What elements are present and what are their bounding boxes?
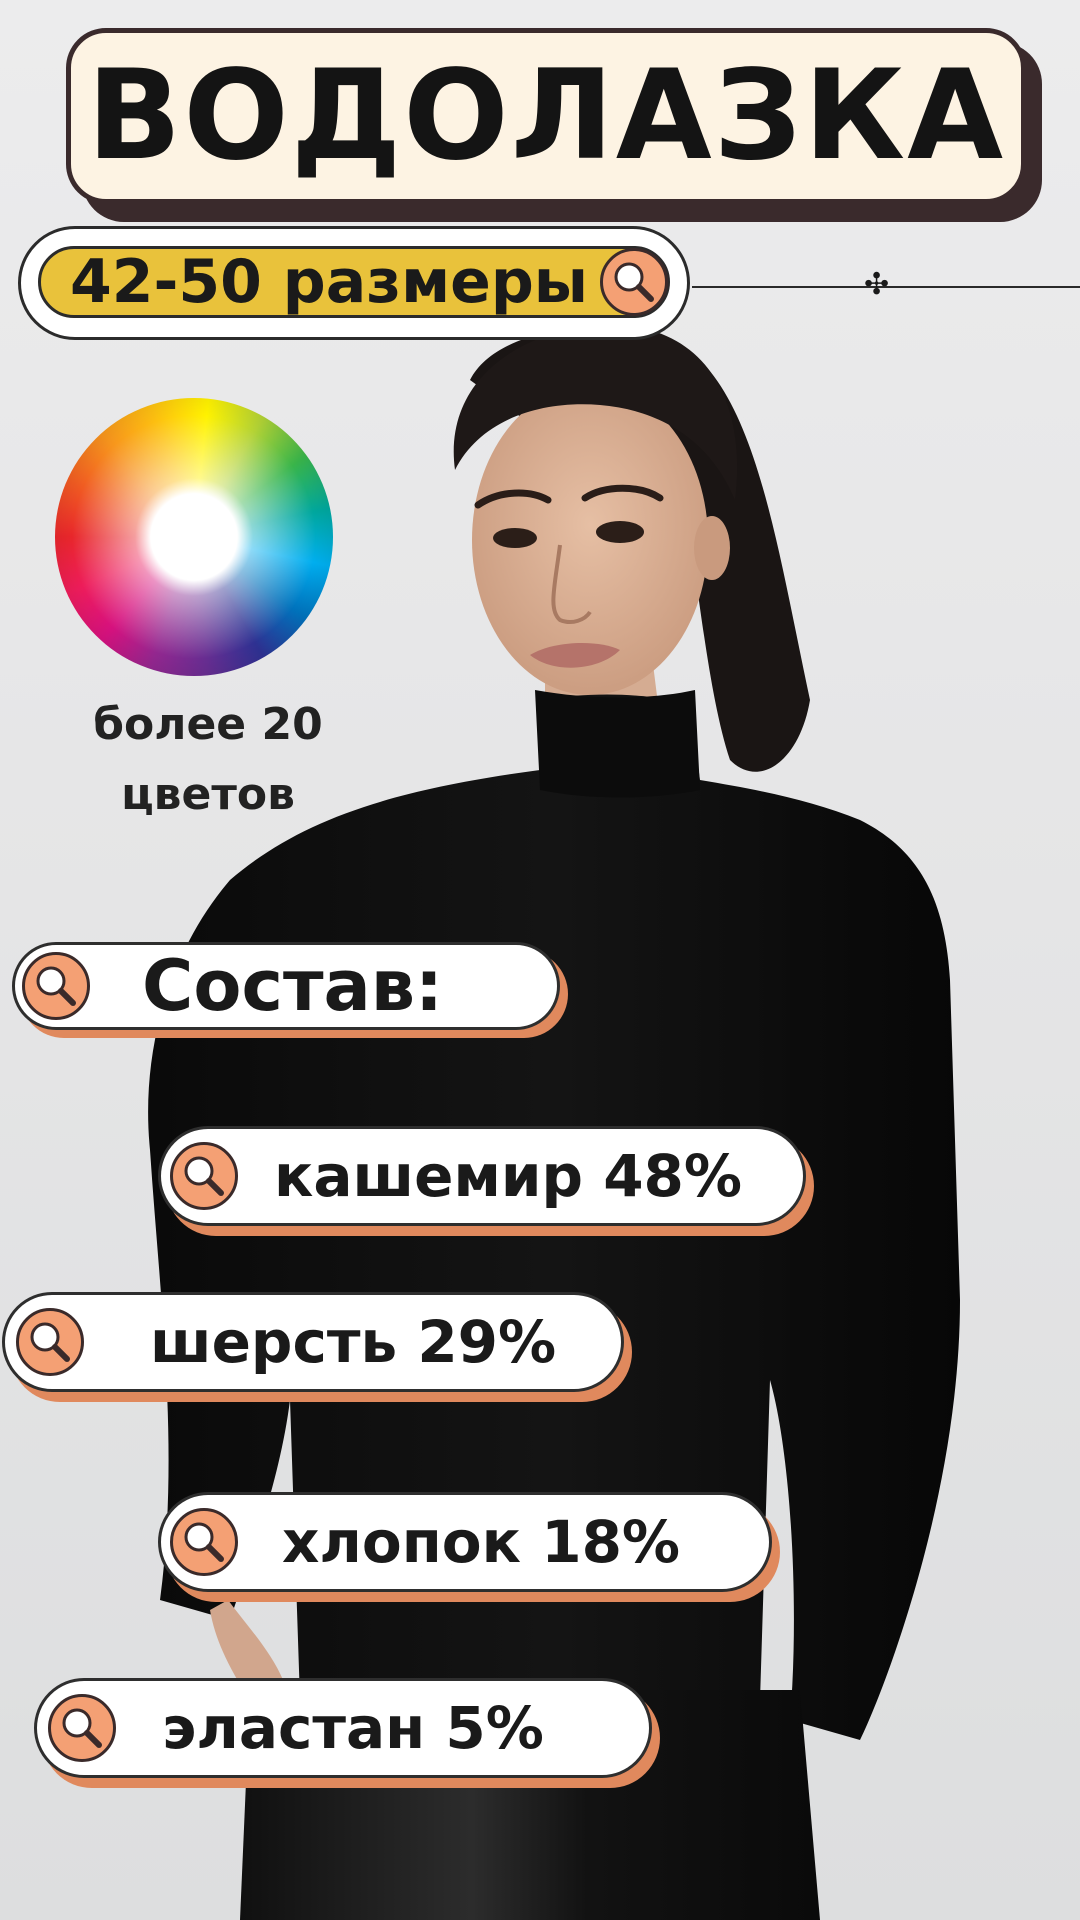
ornament-star-icon: ✣ — [864, 267, 890, 302]
magnifier-icon — [600, 248, 668, 316]
colors-label-line1: более 20 — [93, 699, 323, 750]
magnifier-icon — [16, 1308, 84, 1376]
composition-item-label: шерсть 29% — [150, 1308, 557, 1376]
title-banner: ВОДОЛАЗКА — [66, 28, 1026, 204]
composition-item-label: эластан 5% — [162, 1694, 544, 1762]
sizes-label: 42-50 размеры — [70, 247, 589, 317]
magnifier-icon — [48, 1694, 116, 1762]
magnifier-icon — [170, 1142, 238, 1210]
magnifier-icon — [22, 952, 90, 1020]
magnifier-icon — [170, 1508, 238, 1576]
colors-label-line2: цветов — [121, 769, 295, 820]
composition-heading: Состав: — [142, 945, 444, 1027]
composition-item-label: хлопок 18% — [282, 1508, 681, 1576]
colors-count-label: более 20 цветов — [60, 690, 356, 830]
page-title: ВОДОЛАЗКА — [86, 44, 1006, 188]
color-wheel — [55, 398, 333, 676]
composition-item-label: кашемир 48% — [274, 1142, 743, 1210]
